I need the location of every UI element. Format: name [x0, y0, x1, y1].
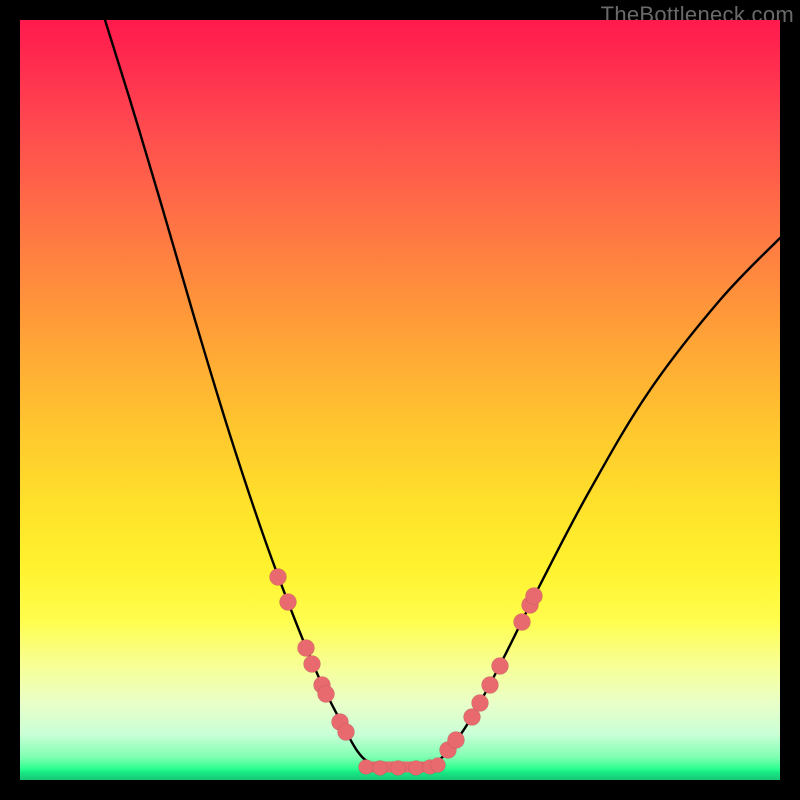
data-dot	[359, 760, 374, 775]
data-dot	[298, 640, 315, 657]
data-dot	[318, 686, 335, 703]
data-dot	[472, 695, 489, 712]
data-dot	[448, 732, 465, 749]
data-dot	[482, 677, 499, 694]
data-dot	[338, 724, 355, 741]
bottleneck-curve	[105, 20, 780, 769]
data-dot	[373, 761, 388, 776]
data-dot	[280, 594, 297, 611]
data-dot	[409, 761, 424, 776]
dots-flat-group	[359, 758, 446, 776]
data-dot	[492, 658, 509, 675]
dots-left-group	[270, 569, 355, 741]
data-dot	[514, 614, 531, 631]
plot-area	[20, 20, 780, 780]
chart-canvas: TheBottleneck.com	[0, 0, 800, 800]
data-dot	[526, 588, 543, 605]
data-dot	[431, 758, 446, 773]
data-dot	[391, 761, 406, 776]
curve-overlay	[20, 20, 780, 780]
dots-right-group	[440, 588, 543, 759]
data-dot	[304, 656, 321, 673]
data-dot	[270, 569, 287, 586]
